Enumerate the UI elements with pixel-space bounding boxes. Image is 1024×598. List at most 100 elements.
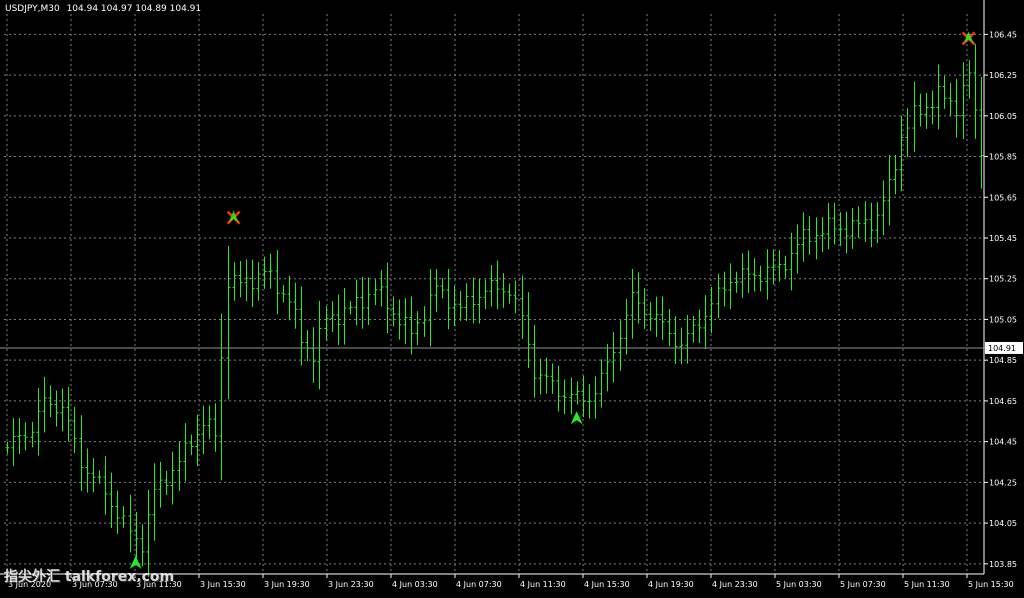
time-tick-label: 3 Jun 23:30 xyxy=(328,580,374,589)
ohlc-readout: 104.94 104.97 104.89 104.91 xyxy=(66,4,202,14)
ohlc-bar xyxy=(311,327,316,383)
ohlc-bar xyxy=(905,108,910,158)
ohlc-bar xyxy=(97,470,102,484)
price-tick-label: 104.65 xyxy=(989,397,1017,406)
sell-marker-icon xyxy=(226,210,241,225)
ohlc-bar xyxy=(250,259,255,308)
chart-header: USDJPY,M30 104.94 104.97 104.89 104.91 xyxy=(5,4,205,14)
ohlc-bar xyxy=(979,77,984,189)
ohlc-bar xyxy=(471,277,476,324)
ohlc-bar xyxy=(342,287,347,345)
ohlc-bar xyxy=(556,365,561,412)
ohlc-bar xyxy=(752,258,757,292)
ohlc-bar xyxy=(532,324,537,398)
ohlc-bar xyxy=(152,463,157,541)
symbol-label: USDJPY,M30 xyxy=(5,4,60,14)
time-tick-label: 5 Jun 07:30 xyxy=(840,580,886,589)
ohlc-bar xyxy=(520,275,525,340)
ohlc-bar xyxy=(526,292,531,369)
chart-canvas[interactable]: 106.45 106.25 106.05 105.85 105.65 105.45 105.… xyxy=(0,0,1024,594)
ohlc-bar xyxy=(630,269,635,339)
price-tick-label: 105.05 xyxy=(989,315,1017,324)
price-chart[interactable]: 106.45 106.25 106.05 105.85 105.65 105.45 105.… xyxy=(0,0,1024,594)
ohlc-bar xyxy=(673,316,678,364)
ohlc-bar xyxy=(385,262,390,333)
ohlc-bar xyxy=(685,314,690,364)
ohlc-bar xyxy=(66,386,71,442)
ohlc-bar xyxy=(728,263,733,310)
ohlc-bar xyxy=(140,524,145,567)
time-tick-label: 5 Jun 15:30 xyxy=(968,580,1014,589)
ohlc-bar xyxy=(783,255,788,279)
ohlc-bar xyxy=(654,296,659,337)
ohlc-bar xyxy=(581,375,586,418)
ohlc-bar xyxy=(287,275,292,321)
ohlc-bar xyxy=(624,298,629,355)
ohlc-bar xyxy=(324,306,329,341)
ohlc-bar xyxy=(550,363,555,394)
ohlc-bar xyxy=(422,306,427,337)
ohlc-bar xyxy=(801,212,806,262)
ohlc-bar xyxy=(513,280,518,314)
ohlc-bar xyxy=(881,180,886,236)
ohlc-bar xyxy=(256,262,261,301)
current-price-label: 104.91 xyxy=(988,344,1016,353)
price-tick-label: 106.45 xyxy=(989,30,1017,39)
ohlc-bar xyxy=(924,92,929,129)
ohlc-bar xyxy=(954,78,959,138)
ohlc-bar xyxy=(820,217,825,253)
ohlc-bar xyxy=(115,490,120,534)
price-tick-label: 105.45 xyxy=(989,234,1017,243)
ohlc-bar xyxy=(60,388,65,432)
ohlc-bar xyxy=(636,272,641,324)
ohlc-bar xyxy=(11,418,16,467)
ohlc-bar xyxy=(495,260,500,310)
ohlc-bar xyxy=(121,506,126,528)
ohlc-bars xyxy=(5,44,984,577)
time-tick-label: 5 Jun 03:30 xyxy=(776,580,822,589)
ohlc-bar xyxy=(709,286,714,334)
price-tick-label: 105.85 xyxy=(989,153,1017,162)
ohlc-bar xyxy=(85,448,90,493)
ohlc-bar xyxy=(30,421,35,448)
ohlc-bar xyxy=(281,284,286,303)
ohlc-bar xyxy=(893,154,898,195)
ohlc-bar xyxy=(489,265,494,307)
buy-arrow-icon xyxy=(570,411,583,425)
ohlc-bar xyxy=(795,224,800,274)
ohlc-bar xyxy=(569,377,574,415)
ohlc-bar xyxy=(930,90,935,125)
ohlc-bar xyxy=(36,387,41,456)
price-axis: 106.45 106.25 106.05 105.85 105.65 105.45 105.… xyxy=(0,0,1023,574)
ohlc-bar xyxy=(244,259,249,302)
ohlc-bar xyxy=(170,451,175,505)
ohlc-bar xyxy=(391,296,396,327)
ohlc-bar xyxy=(268,253,273,289)
time-tick-label: 4 Jun 07:30 xyxy=(456,580,502,589)
signal-markers xyxy=(129,31,976,569)
time-tick-label: 3 Jun 15:30 xyxy=(200,580,246,589)
ohlc-bar xyxy=(330,301,335,333)
ohlc-bar xyxy=(967,60,972,99)
ohlc-bar xyxy=(660,296,665,340)
price-tick-label: 104.25 xyxy=(989,478,1017,487)
ohlc-bar xyxy=(667,309,672,347)
ohlc-bar xyxy=(79,415,84,491)
time-tick-label: 4 Jun 19:30 xyxy=(648,580,694,589)
ohlc-bar xyxy=(942,75,947,109)
ohlc-bar xyxy=(611,332,616,383)
ohlc-bar xyxy=(605,343,610,392)
ohlc-bar xyxy=(226,245,231,400)
ohlc-bar xyxy=(305,330,310,361)
price-tick-label: 105.25 xyxy=(989,275,1017,284)
price-tick-label: 104.45 xyxy=(989,438,1017,447)
ohlc-bar xyxy=(483,279,488,310)
ohlc-bar xyxy=(452,285,457,327)
ohlc-bar xyxy=(158,461,163,508)
ohlc-bar xyxy=(42,376,47,433)
ohlc-bar xyxy=(348,300,353,315)
time-tick-label: 4 Jun 23:30 xyxy=(712,580,758,589)
ohlc-bar xyxy=(826,202,831,250)
ohlc-bar xyxy=(618,320,623,371)
ohlc-bar xyxy=(863,201,868,242)
